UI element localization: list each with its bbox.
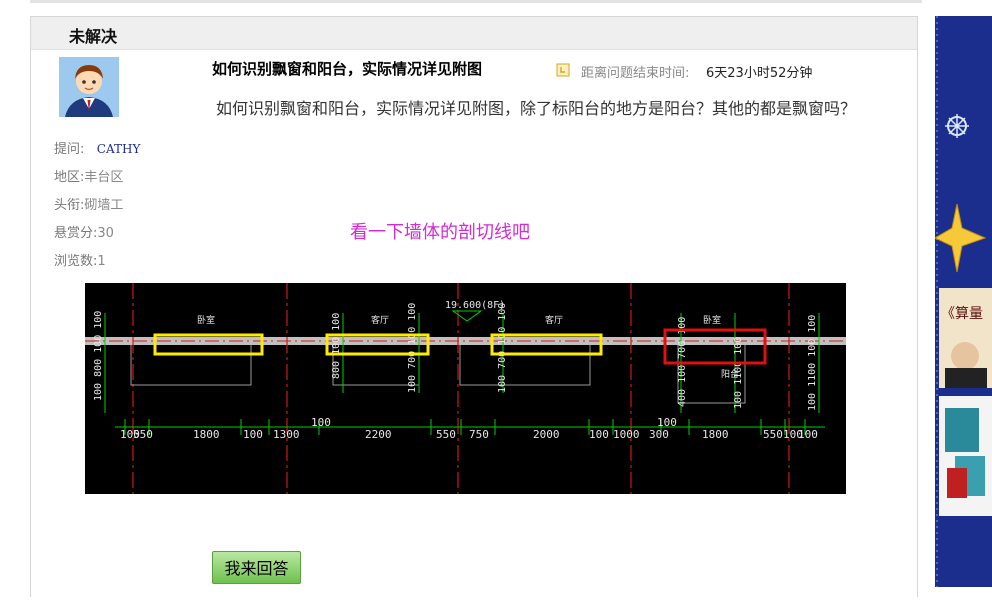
reward-label: 悬赏分: — [54, 226, 98, 241]
hint-text: 看一下墙体的剖切线吧 — [350, 222, 530, 243]
dim-label: 550 — [763, 428, 783, 441]
question-body: 如何识别飘窗和阳台，实际情况详见附图，除了标阳台的地方是阳台？其他的都是飘窗吗？ — [216, 99, 857, 118]
vertical-dim-label: 100 800 100 100 — [93, 311, 104, 401]
elevation-label: 19.600(8F) — [445, 300, 505, 311]
region-label: 地区: — [54, 170, 85, 185]
room-label: 客厅 — [371, 314, 389, 326]
answer-button[interactable]: 我来回答 — [212, 551, 301, 584]
room-label: 卧室 — [197, 314, 215, 326]
region-value: 丰台区 — [84, 170, 124, 185]
vertical-dim-label: 800 100 100 — [331, 313, 342, 379]
vertical-dim-label: 100 700 100 100 — [497, 303, 508, 393]
status-label: 未解决 — [69, 27, 118, 46]
dim-label: 100 — [311, 416, 331, 429]
room-label: 卧室 — [703, 314, 721, 326]
reward-row: 悬赏分:30 — [54, 220, 140, 248]
svg-text:《算量: 《算量 — [941, 306, 983, 322]
asker-label: 提问: — [54, 142, 85, 157]
reward-value: 30 — [97, 226, 114, 241]
rank-row: 头衔:砌墙工 — [54, 192, 140, 220]
dim-label: 750 — [469, 428, 489, 441]
room-label: 阳台 — [721, 368, 739, 380]
dim-label: 550 — [133, 428, 153, 441]
rank-label: 头衔: — [54, 198, 85, 213]
dim-label: 550 — [436, 428, 456, 441]
dim-label: 1800 — [702, 428, 729, 441]
dim-label: 2000 — [533, 428, 560, 441]
dim-label: 2200 — [365, 428, 392, 441]
panel-header: 未解决 — [31, 17, 917, 50]
dim-label: 1300 — [273, 428, 300, 441]
vertical-dim-label: 100 1100 100 100 — [807, 315, 818, 411]
rank-value: 砌墙工 — [84, 198, 124, 213]
advertisement-banner[interactable]: 《算量 — [935, 16, 992, 587]
top-divider — [30, 0, 922, 3]
region-row: 地区:丰台区 — [54, 164, 140, 192]
dim-label: 1000 — [613, 428, 640, 441]
asker-name-link[interactable]: CATHY — [97, 142, 141, 156]
dim-label: 300 — [649, 428, 669, 441]
avatar[interactable] — [59, 57, 119, 117]
time-remaining-value: 6天23小时52分钟 — [706, 66, 813, 81]
dim-label: 100 — [798, 428, 818, 441]
floor-plan-drawing[interactable]: 100 550 1800 100 1300 100 2200 550 750 2… — [85, 283, 846, 494]
room-label: 客厅 — [545, 314, 563, 326]
dim-label: 100 — [657, 416, 677, 429]
dim-label: 100 — [243, 428, 263, 441]
dim-label: 100 — [589, 428, 609, 441]
asker-row: 提问: CATHY — [54, 135, 140, 164]
time-remaining-label: 距离问题结束时间: — [581, 66, 690, 81]
dim-label: 1800 — [193, 428, 220, 441]
vertical-dim-label: 100 700 100 100 — [407, 303, 418, 393]
views-value: 1 — [97, 254, 106, 269]
question-title: 如何识别飘窗和阳台，实际情况详见附图 — [212, 60, 483, 78]
views-label: 浏览数: — [54, 254, 98, 269]
asker-info: 提问: CATHY 地区:丰台区 头衔:砌墙工 悬赏分:30 浏览数:1 — [54, 135, 140, 276]
clock-icon — [556, 63, 570, 77]
views-row: 浏览数:1 — [54, 248, 140, 276]
